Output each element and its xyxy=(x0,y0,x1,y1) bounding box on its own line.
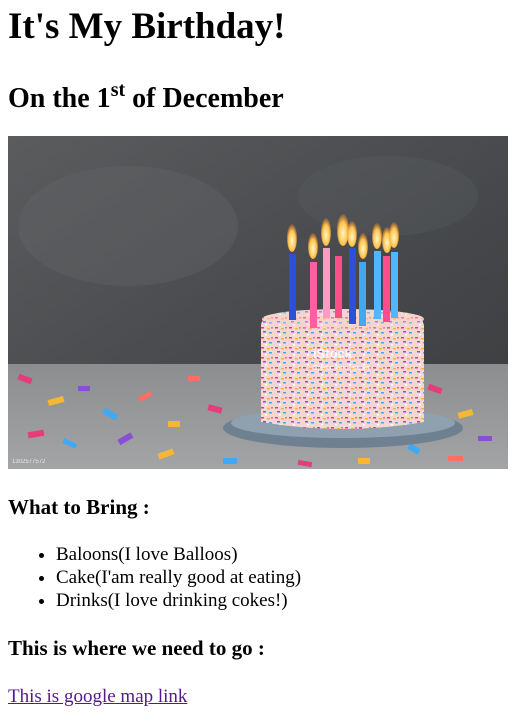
stock-id: 1302577572 xyxy=(12,459,46,465)
date-prefix: On the 1 xyxy=(8,83,111,114)
page: It's My Birthday! On the 1st of December xyxy=(0,0,521,708)
list-item: Cake(I'am really good at eating) xyxy=(56,566,513,589)
location-heading: This is where we need to go : xyxy=(8,636,265,660)
date-heading: On the 1st of December xyxy=(8,79,513,116)
bring-list: Baloons(I love Balloos) Cake(I'am really… xyxy=(8,543,513,612)
svg-text:iStock: iStock xyxy=(313,346,353,361)
list-item: Baloons(I love Balloos) xyxy=(56,543,513,566)
birthday-cake-photo: iStock Credit: kirin_photo 1302577572 xyxy=(8,136,508,469)
svg-text:Credit: kirin_photo: Credit: kirin_photo xyxy=(313,365,370,372)
google-map-link[interactable]: This is google map link xyxy=(8,686,187,708)
list-item: Drinks(I love drinking cokes!) xyxy=(56,589,513,612)
bring-heading: What to Bring : xyxy=(8,495,150,519)
date-suffix: of December xyxy=(125,83,284,114)
page-title: It's My Birthday! xyxy=(8,6,286,47)
date-superscript: st xyxy=(110,79,126,101)
